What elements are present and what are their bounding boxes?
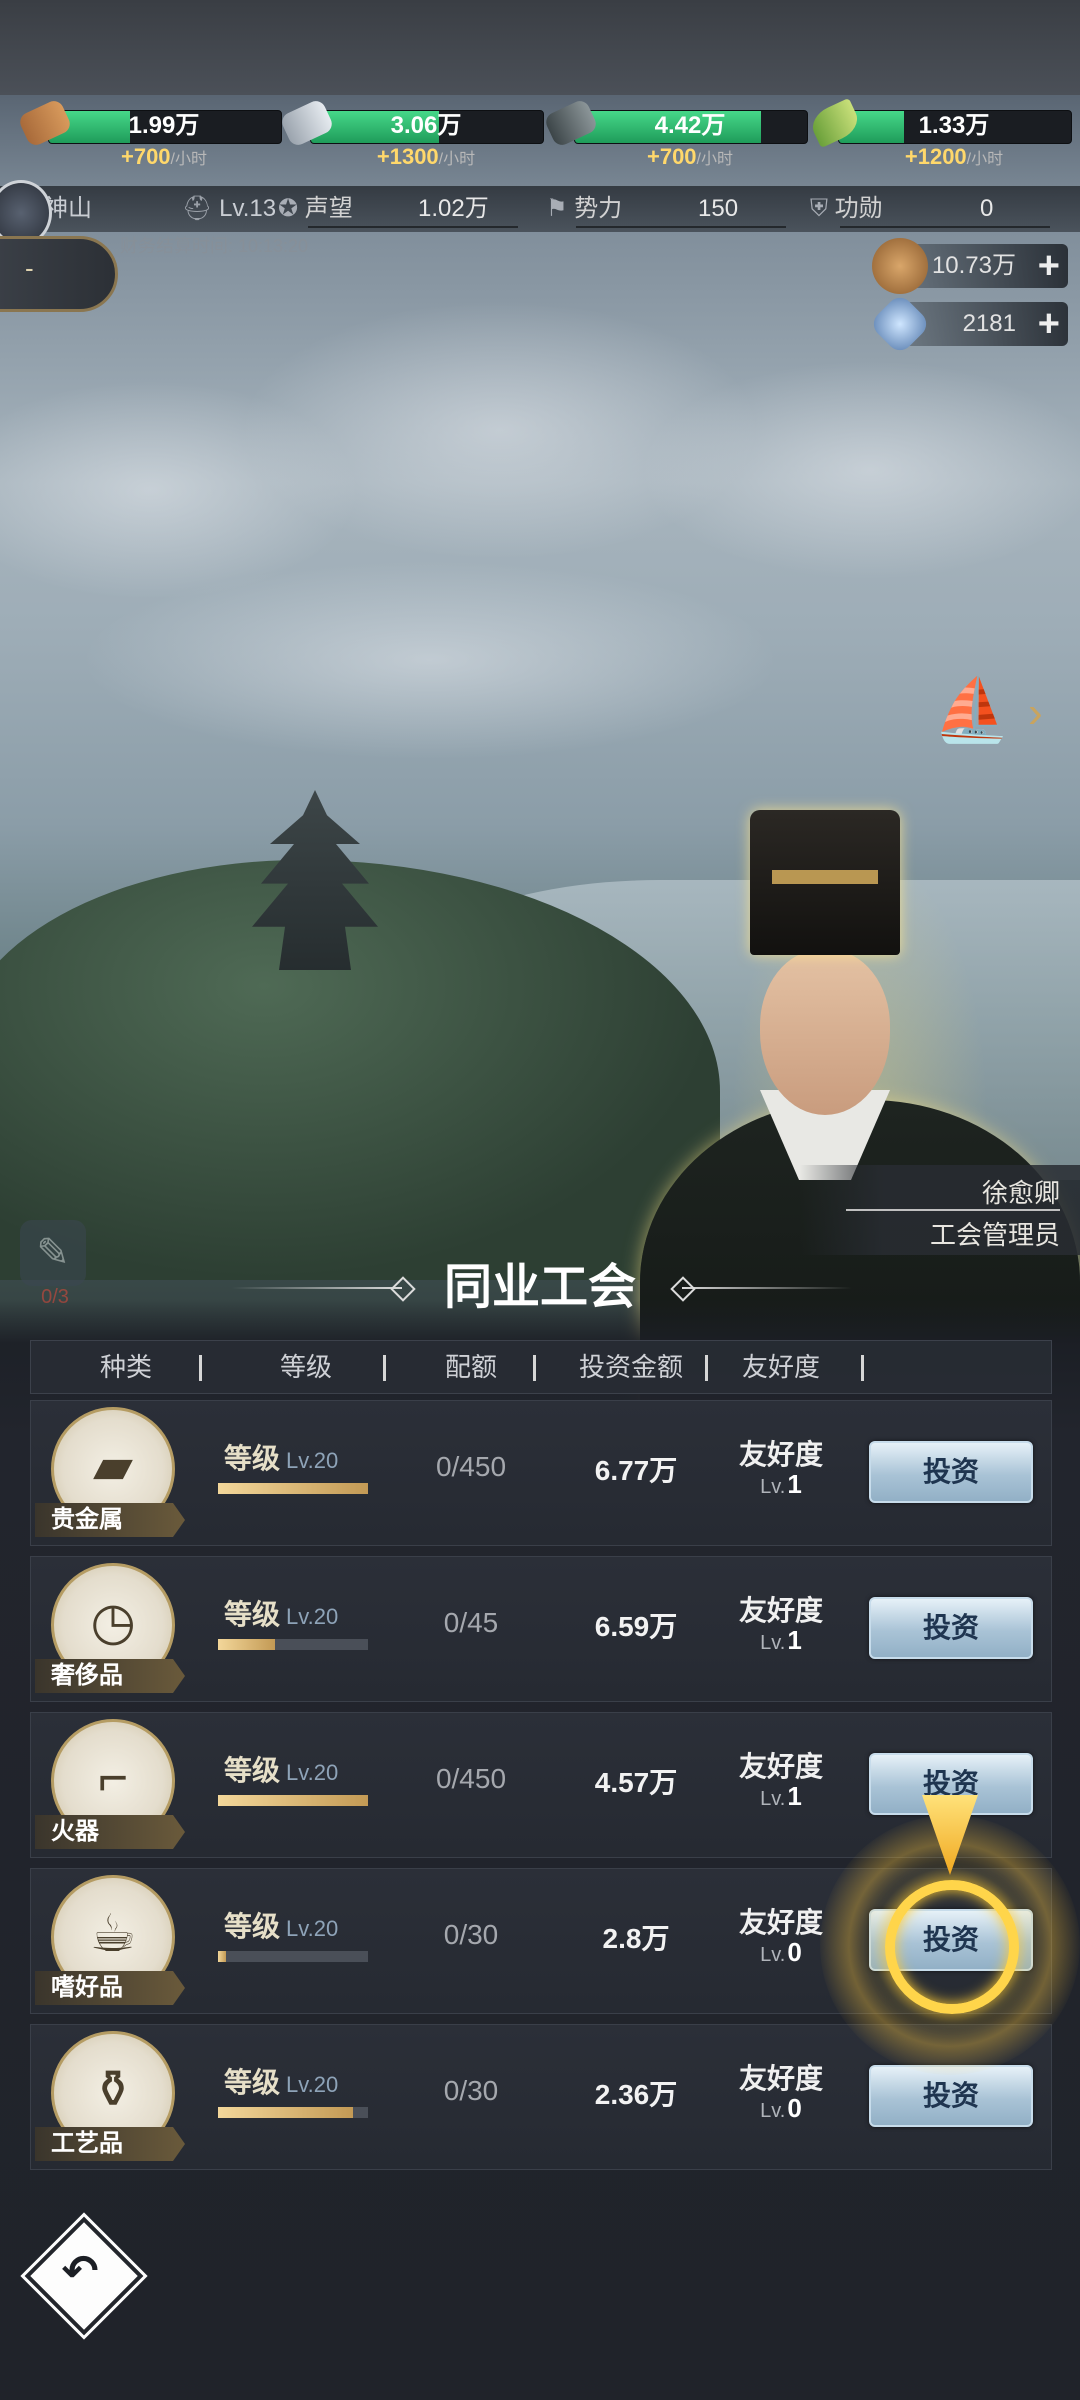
investment-amount: 4.57万 (594, 1767, 678, 1798)
player-emblem[interactable]: - (0, 236, 118, 312)
copper-currency[interactable]: 10.73万 + (872, 238, 1068, 294)
emblem-text: - (25, 253, 34, 283)
merit-stat[interactable]: ⛨ 功勋 0 (810, 186, 1070, 232)
quota-value: 0/450 (435, 1451, 507, 1482)
undo-arrow-icon: ↶ (61, 2247, 99, 2296)
investment-amount: 6.59万 (594, 1611, 678, 1642)
investment-amount: 2.36万 (594, 2079, 678, 2110)
level-progress (218, 1795, 368, 1806)
panel-title: 同业工会 (443, 1259, 636, 1315)
top-band (0, 0, 1080, 95)
copper-value: 10.73万 (931, 252, 1016, 279)
level-label: 等级 Lv.20 (224, 1911, 339, 1942)
banner-icon: ⚑ (546, 195, 568, 222)
header-category: 种类 (99, 1352, 152, 1382)
shield-icon: ⛨ (810, 195, 828, 222)
back-button[interactable]: ↶ (24, 2216, 144, 2336)
resource-rate: +700/小时 (646, 144, 733, 169)
power-stat[interactable]: ⚑ 势力 150 (546, 186, 806, 232)
add-diamond-button[interactable]: + (1038, 302, 1060, 346)
level-progress (218, 1483, 368, 1494)
header-amount: 投资金额 (578, 1352, 683, 1382)
quota-value: 0/450 (435, 1763, 507, 1794)
resource-wood[interactable]: 1.99万 +700/小时 (16, 97, 282, 182)
quota-value: 0/30 (443, 2075, 499, 2106)
level-label: 等级 Lv.20 (224, 1755, 339, 1786)
investment-amount: 6.77万 (594, 1455, 678, 1486)
invest-button[interactable]: 投资 (869, 1597, 1033, 1659)
settlement-time-text: 财务结算时间: 10:13:20 (120, 236, 309, 256)
level-label: 等级 Lv.20 (224, 1443, 339, 1474)
resource-stone[interactable]: 4.42万 +700/小时 (542, 97, 808, 182)
resource-rate: +1200/小时 (904, 144, 1004, 169)
ship-icon[interactable]: ⛵ (932, 676, 1012, 746)
level-value: Lv.13 (219, 195, 277, 222)
level-stat: ⛑ Lv.13 (182, 186, 276, 232)
diamond-currency[interactable]: 2181 + (868, 292, 1068, 356)
table-header: 种类 等级 配额 投资金额 友好度 (30, 1340, 1052, 1394)
player-stats-row: 神山 ⛑ Lv.13 ✪ 声望 1.02万 ⚑ 势力 150 ⛨ 功勋 0 (0, 186, 1080, 232)
title-deco-right (682, 1287, 852, 1289)
level-progress (218, 2107, 368, 2118)
category-label: 火器 (51, 1818, 99, 1845)
category-label: 工艺品 (51, 2130, 123, 2157)
resource-value: 1.33万 (918, 112, 990, 139)
level-progress (218, 1639, 368, 1650)
header-friendship: 友好度 (741, 1352, 820, 1382)
manager-name-panel: 徐愈卿 工会管理员 (800, 1165, 1080, 1255)
resource-grain[interactable]: 1.33万 +1200/小时 (806, 97, 1072, 182)
friendship-label: 友好度 (738, 1751, 823, 1782)
resource-value: 3.06万 (390, 112, 462, 139)
invest-button[interactable]: 投资 (869, 1441, 1033, 1503)
resource-bar: 1.99万 +700/小时 3.06万 +1300/小时 4.42万 +700/… (0, 97, 1080, 182)
resource-iron[interactable]: 3.06万 +1300/小时 (278, 97, 544, 182)
diamond-value: 2181 (962, 310, 1016, 337)
header-quota: 配额 (444, 1352, 497, 1382)
friendship-label: 友好度 (738, 1595, 823, 1626)
category-label: 嗜好品 (51, 1974, 123, 2001)
reputation-stat[interactable]: ✪ 声望 1.02万 (278, 186, 538, 232)
friendship-level: Lv.1 (760, 1625, 802, 1655)
level-label: 等级 Lv.20 (224, 1599, 339, 1630)
friendship-label: 友好度 (738, 1439, 823, 1470)
resource-value: 1.99万 (128, 112, 200, 139)
helmet-icon: ⛑ (182, 195, 213, 222)
table-row: ◷ 奢侈品 等级 Lv.20 0/45 6.59万 友好度 Lv.1 投资 (30, 1556, 1052, 1702)
manager-title: 工会管理员 (929, 1220, 1060, 1250)
resource-rate: +1300/小时 (376, 144, 476, 169)
table-row: ▰ 贵金属 等级 Lv.20 0/450 6.77万 友好度 Lv.1 投资 (30, 1400, 1052, 1546)
header-level: 等级 (279, 1352, 332, 1382)
friendship-level: Lv.1 (760, 1469, 802, 1499)
investment-amount: 2.8万 (602, 1923, 670, 1954)
chevron-right-icon[interactable]: › (1028, 688, 1043, 738)
reputation-icon: ✪ (278, 195, 299, 222)
resource-rate: +700/小时 (120, 144, 207, 169)
quota-value: 0/45 (443, 1607, 499, 1638)
category-label: 奢侈品 (51, 1662, 123, 1689)
friendship-level: Lv.0 (760, 2093, 802, 2123)
friendship-label: 友好度 (738, 2063, 823, 2094)
category-label: 贵金属 (51, 1506, 123, 1533)
level-label: 等级 Lv.20 (224, 2067, 339, 2098)
level-progress (218, 1951, 368, 1962)
friendship-level: Lv.1 (760, 1781, 802, 1811)
add-copper-button[interactable]: + (1038, 244, 1060, 288)
quota-value: 0/30 (443, 1919, 499, 1950)
resource-value: 4.42万 (654, 112, 726, 139)
manager-name: 徐愈卿 (981, 1178, 1060, 1208)
